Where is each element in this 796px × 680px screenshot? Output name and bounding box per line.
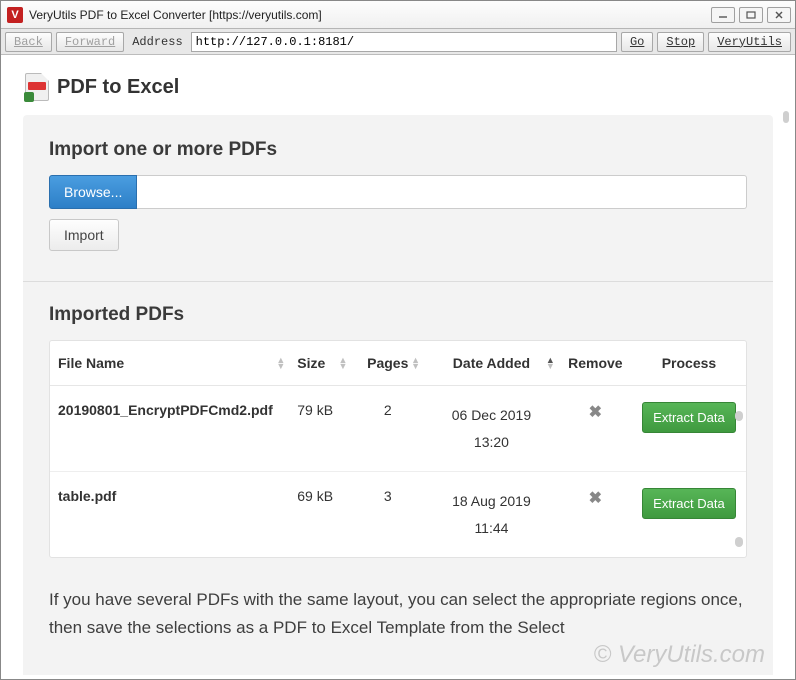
footer-paragraph: If you have several PDFs with the same l… — [49, 586, 747, 640]
browse-button[interactable]: Browse... — [49, 175, 137, 209]
imported-pdfs-table: File Name ▲▼ Size ▲▼ Pages ▲▼ — [49, 340, 747, 558]
app-icon: V — [7, 7, 23, 23]
file-path-field[interactable] — [137, 175, 747, 209]
forward-button[interactable]: Forward — [56, 32, 124, 52]
col-pages[interactable]: Pages ▲▼ — [351, 341, 424, 386]
imported-heading: Imported PDFs — [49, 304, 747, 326]
col-file-name[interactable]: File Name ▲▼ — [50, 341, 289, 386]
cell-date-added: 06 Dec 2019 13:20 — [424, 386, 559, 472]
window-minimize-button[interactable] — [711, 7, 735, 23]
back-button[interactable]: Back — [5, 32, 52, 52]
cell-file-name: table.pdf — [50, 472, 289, 558]
sort-arrows-icon: ▲▼ — [546, 357, 555, 369]
import-heading: Import one or more PDFs — [49, 139, 747, 161]
col-date-added[interactable]: Date Added ▲▼ — [424, 341, 559, 386]
content-viewport: PDF to Excel Import one or more PDFs Bro… — [5, 55, 791, 675]
extract-data-button[interactable]: Extract Data — [642, 488, 736, 519]
extract-data-button[interactable]: Extract Data — [642, 402, 736, 433]
sort-arrows-icon: ▲▼ — [411, 357, 420, 369]
table-row: 20190801_EncryptPDFCmd2.pdf 79 kB 2 06 D… — [50, 386, 746, 472]
table-row: table.pdf 69 kB 3 18 Aug 2019 11:44 ✖ Ex… — [50, 472, 746, 558]
remove-icon[interactable]: ✖ — [589, 404, 602, 421]
pdf-to-excel-icon — [25, 73, 49, 101]
cell-pages: 2 — [351, 386, 424, 472]
sort-arrows-icon: ▲▼ — [339, 357, 348, 369]
address-label: Address — [128, 35, 186, 49]
table-scrollbar[interactable] — [735, 411, 743, 547]
window-maximize-button[interactable] — [739, 7, 763, 23]
col-remove: Remove — [559, 341, 632, 386]
remove-icon[interactable]: ✖ — [589, 490, 602, 507]
address-input[interactable] — [191, 32, 617, 52]
col-size[interactable]: Size ▲▼ — [289, 341, 351, 386]
viewport-scroll-indicator[interactable] — [783, 111, 789, 123]
main-panel: Import one or more PDFs Browse... Import… — [23, 115, 773, 675]
window-title: VeryUtils PDF to Excel Converter [https:… — [29, 8, 711, 22]
stop-button[interactable]: Stop — [657, 32, 704, 52]
go-button[interactable]: Go — [621, 32, 653, 52]
cell-size: 69 kB — [289, 472, 351, 558]
import-button[interactable]: Import — [49, 219, 119, 251]
sort-arrows-icon: ▲▼ — [276, 357, 285, 369]
window-close-button[interactable] — [767, 7, 791, 23]
window-titlebar: V VeryUtils PDF to Excel Converter [http… — [1, 1, 795, 29]
browser-toolbar: Back Forward Address Go Stop VeryUtils — [1, 29, 795, 55]
veryutils-button[interactable]: VeryUtils — [708, 32, 791, 52]
cell-size: 79 kB — [289, 386, 351, 472]
cell-date-added: 18 Aug 2019 11:44 — [424, 472, 559, 558]
cell-file-name: 20190801_EncryptPDFCmd2.pdf — [50, 386, 289, 472]
cell-pages: 3 — [351, 472, 424, 558]
section-divider — [23, 281, 773, 282]
page-title: PDF to Excel — [57, 76, 179, 99]
col-process: Process — [632, 341, 746, 386]
